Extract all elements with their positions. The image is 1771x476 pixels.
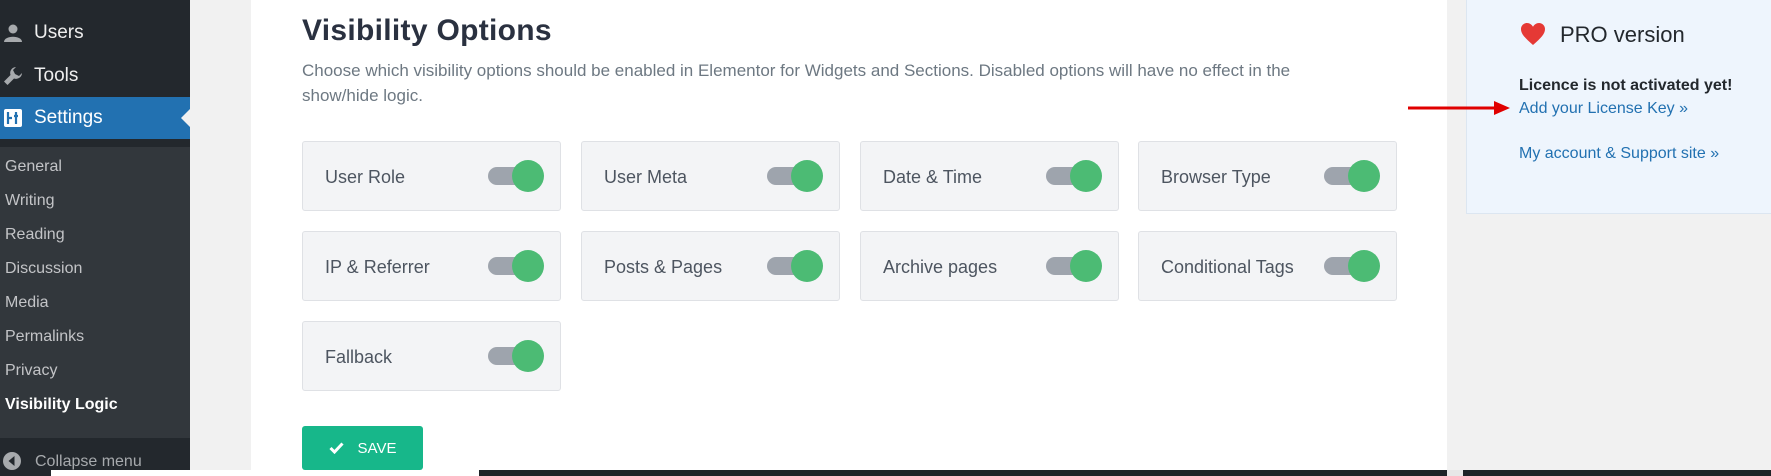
sidebar-item-label: Users — [34, 21, 84, 43]
option-label: User Role — [325, 167, 406, 187]
option-card-ip-referrer: IP & Referrer — [302, 231, 561, 301]
bottom-dark-strip — [479, 470, 1771, 476]
visibility-options-panel: Visibility Options Choose which visibili… — [251, 0, 1447, 470]
option-card-user-meta: User Meta — [581, 141, 840, 211]
settings-icon — [2, 107, 24, 129]
sidebar-item-label: Settings — [34, 107, 103, 128]
toggle-knob — [791, 160, 823, 192]
toggle-knob — [512, 250, 544, 282]
submenu-item-writing[interactable]: Writing — [5, 192, 55, 210]
option-label: Conditional Tags — [1161, 257, 1294, 277]
panel-bottom-edge — [51, 470, 479, 476]
licence-status-message: Licence is not activated yet! — [1519, 77, 1733, 94]
toggle-knob — [512, 340, 544, 372]
collapse-menu-label: Collapse menu — [35, 453, 142, 470]
toggle-knob — [1070, 250, 1102, 282]
option-label: Archive pages — [883, 257, 998, 277]
option-card-user-role: User Role — [302, 141, 561, 211]
submenu-item-privacy[interactable]: Privacy — [5, 362, 57, 380]
toggle-conditional-tags[interactable] — [1324, 250, 1380, 282]
red-arrow-annotation — [1408, 101, 1510, 115]
toggle-fallback[interactable] — [488, 340, 544, 372]
account-support-link[interactable]: My account & Support site » — [1519, 145, 1719, 163]
submenu-item-discussion[interactable]: Discussion — [5, 260, 82, 278]
option-label: Fallback — [325, 347, 393, 367]
heart-icon — [1520, 22, 1546, 51]
collapse-icon — [2, 451, 22, 476]
submenu-item-permalinks[interactable]: Permalinks — [5, 328, 84, 346]
toggle-knob — [1348, 250, 1380, 282]
bottom-strip-gap — [1447, 470, 1463, 476]
option-label: User Meta — [604, 167, 688, 187]
toggle-knob — [1070, 160, 1102, 192]
settings-submenu: General Writing Reading Discussion Media… — [0, 147, 190, 438]
submenu-item-visibility-logic[interactable]: Visibility Logic — [5, 396, 118, 414]
option-label: Date & Time — [883, 167, 983, 187]
page-title: Visibility Options — [302, 14, 552, 47]
option-card-conditional-tags: Conditional Tags — [1138, 231, 1397, 301]
toggle-ip-referrer[interactable] — [488, 250, 544, 282]
toggle-archive-pages[interactable] — [1046, 250, 1102, 282]
wrench-icon — [2, 65, 24, 87]
option-card-posts-pages: Posts & Pages — [581, 231, 840, 301]
checkmark-icon — [328, 442, 344, 454]
admin-sidebar: Users Tools Settings General Writing Rea… — [0, 0, 190, 476]
option-card-archive-pages: Archive pages — [860, 231, 1119, 301]
toggle-user-meta[interactable] — [767, 160, 823, 192]
toggle-user-role[interactable] — [488, 160, 544, 192]
add-license-key-link[interactable]: Add your License Key » — [1519, 100, 1688, 118]
sidebar-item-label: Tools — [34, 64, 79, 86]
sidebar-item-users[interactable]: Users — [0, 11, 190, 54]
submenu-item-reading[interactable]: Reading — [5, 226, 65, 244]
submenu-item-media[interactable]: Media — [5, 294, 49, 312]
save-button-label: SAVE — [357, 439, 397, 457]
option-label: Browser Type — [1161, 167, 1271, 187]
option-card-browser-type: Browser Type — [1138, 141, 1397, 211]
sidebar-item-settings[interactable]: Settings — [0, 97, 190, 139]
toggle-date-time[interactable] — [1046, 160, 1102, 192]
toggle-knob — [791, 250, 823, 282]
toggle-browser-type[interactable] — [1324, 160, 1380, 192]
page-description: Choose which visibility options should b… — [302, 61, 1291, 105]
submenu-item-general[interactable]: General — [5, 158, 62, 176]
option-label: Posts & Pages — [604, 257, 723, 277]
save-button[interactable]: SAVE — [302, 426, 423, 470]
toggle-posts-pages[interactable] — [767, 250, 823, 282]
pro-title: PRO version — [1560, 22, 1685, 47]
toggle-knob — [1348, 160, 1380, 192]
toggle-knob — [512, 160, 544, 192]
option-card-date-time: Date & Time — [860, 141, 1119, 211]
users-icon — [2, 22, 24, 44]
option-label: IP & Referrer — [325, 257, 430, 277]
option-card-fallback: Fallback — [302, 321, 561, 391]
sidebar-item-tools[interactable]: Tools — [0, 54, 190, 97]
